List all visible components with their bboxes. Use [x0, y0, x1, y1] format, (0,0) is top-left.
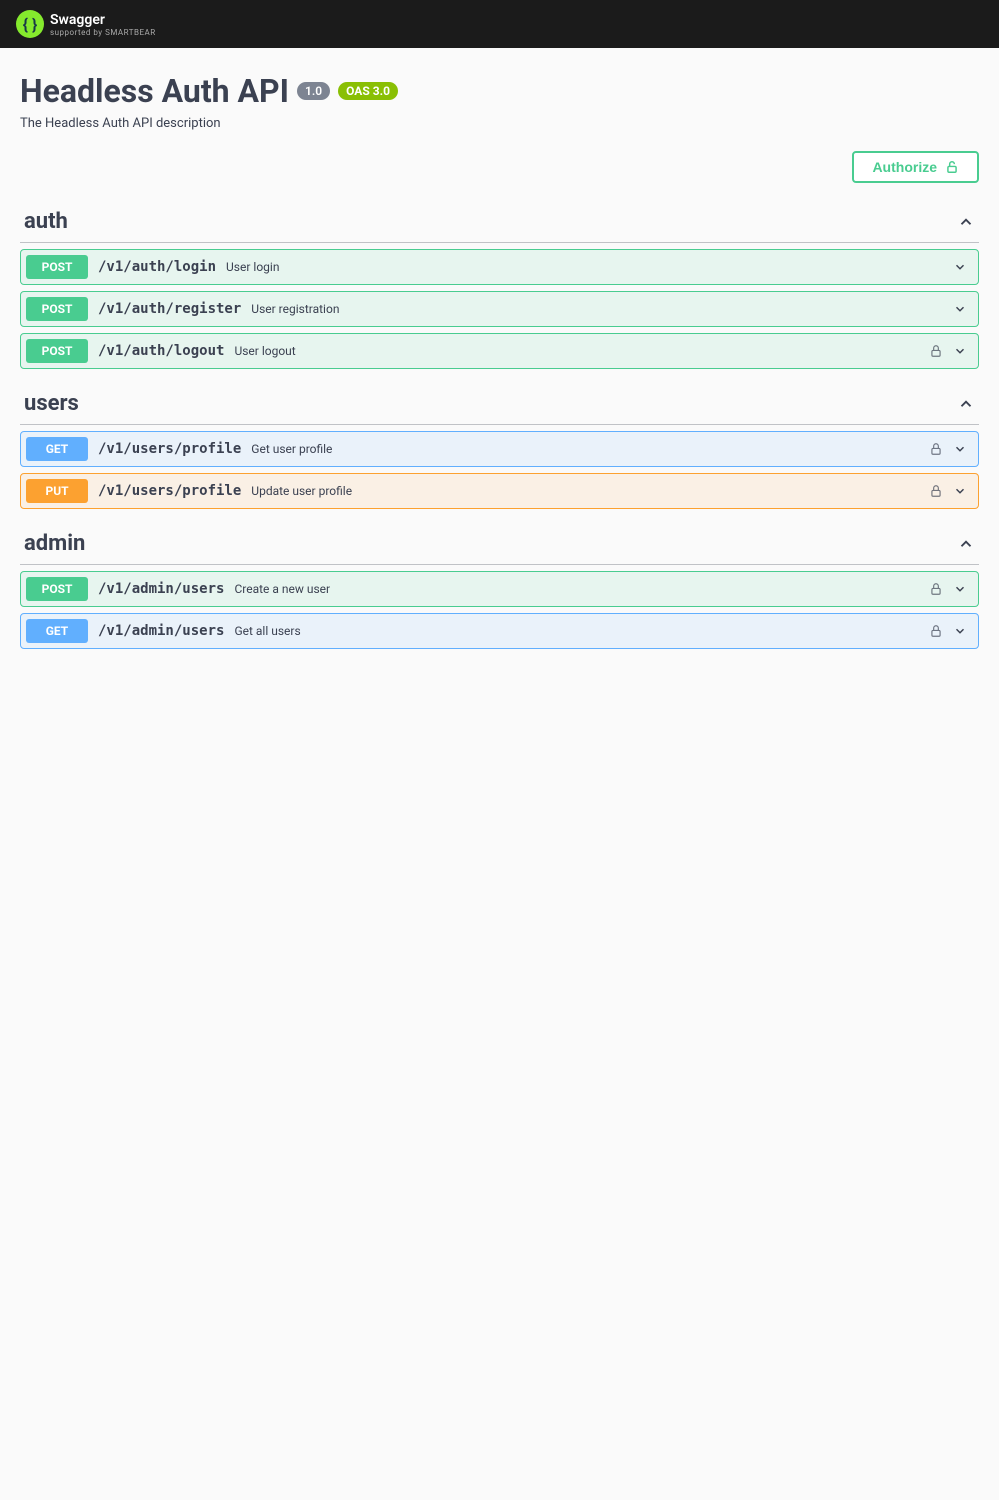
- method-badge-post: POST: [26, 577, 88, 601]
- endpoint-summary: Create a new user: [234, 582, 929, 596]
- authorize-button[interactable]: Authorize: [852, 151, 979, 183]
- method-badge-post: POST: [26, 255, 88, 279]
- api-version-badge: 1.0: [297, 82, 330, 100]
- lock-open-icon: [945, 160, 959, 174]
- endpoint-summary: User registration: [251, 302, 953, 316]
- chevron-down-icon: [953, 442, 967, 456]
- tag-name: users: [24, 391, 79, 416]
- topbar: { } Swagger supported by SMARTBEAR: [0, 0, 999, 48]
- chevron-down-icon: [953, 624, 967, 638]
- endpoint-path: /v1/users/profile: [98, 483, 241, 499]
- chevron-down-icon: [953, 260, 967, 274]
- endpoint-summary: Get all users: [234, 624, 929, 638]
- lock-icon: [929, 624, 943, 638]
- tag-header-admin[interactable]: admin: [20, 523, 979, 565]
- method-badge-post: POST: [26, 339, 88, 363]
- swagger-logo: { } Swagger supported by SMARTBEAR: [16, 10, 156, 38]
- chevron-down-icon: [953, 302, 967, 316]
- endpoint-row[interactable]: GET/v1/users/profile Get user profile: [20, 431, 979, 467]
- endpoint-path: /v1/admin/users: [98, 581, 224, 597]
- tag-header-users[interactable]: users: [20, 383, 979, 425]
- api-description: The Headless Auth API description: [20, 116, 979, 131]
- tag-name: admin: [24, 531, 85, 556]
- method-badge-get: GET: [26, 619, 88, 643]
- method-badge-put: PUT: [26, 479, 88, 503]
- endpoint-row[interactable]: POST/v1/auth/register User registration: [20, 291, 979, 327]
- swagger-logo-icon: { }: [16, 10, 44, 38]
- method-badge-get: GET: [26, 437, 88, 461]
- api-title: Headless Auth API: [20, 72, 289, 110]
- lock-icon: [929, 344, 943, 358]
- endpoint-row[interactable]: POST/v1/auth/logout User logout: [20, 333, 979, 369]
- endpoint-path: /v1/auth/login: [98, 259, 216, 275]
- chevron-down-icon: [953, 344, 967, 358]
- endpoint-summary: Get user profile: [251, 442, 929, 456]
- endpoint-summary: User logout: [234, 344, 929, 358]
- tag-section-admin: admin POST/v1/admin/users Create a new use…: [20, 523, 979, 649]
- tag-section-auth: authPOST/v1/auth/loginUser loginPOST/v1/…: [20, 201, 979, 369]
- lock-icon: [929, 484, 943, 498]
- authorize-label: Authorize: [872, 159, 937, 175]
- method-badge-post: POST: [26, 297, 88, 321]
- tag-header-auth[interactable]: auth: [20, 201, 979, 243]
- endpoint-row[interactable]: PUT/v1/users/profile Update user profile: [20, 473, 979, 509]
- chevron-up-icon: [957, 395, 975, 413]
- endpoint-path: /v1/admin/users: [98, 623, 224, 639]
- endpoint-row[interactable]: GET/v1/admin/users Get all users: [20, 613, 979, 649]
- lock-icon: [929, 582, 943, 596]
- brand-name: Swagger: [50, 12, 156, 28]
- endpoint-path: /v1/auth/logout: [98, 343, 224, 359]
- endpoint-row[interactable]: POST/v1/auth/login User login: [20, 249, 979, 285]
- endpoint-row[interactable]: POST/v1/admin/users Create a new user: [20, 571, 979, 607]
- endpoint-summary: User login: [226, 260, 953, 274]
- chevron-up-icon: [957, 535, 975, 553]
- chevron-down-icon: [953, 484, 967, 498]
- endpoint-path: /v1/auth/register: [98, 301, 241, 317]
- brand-supported: supported by SMARTBEAR: [50, 28, 156, 37]
- tag-name: auth: [24, 209, 68, 234]
- oas-badge: OAS 3.0: [338, 82, 398, 100]
- tag-section-users: users GET/v1/users/profile Get user profil…: [20, 383, 979, 509]
- endpoint-path: /v1/users/profile: [98, 441, 241, 457]
- chevron-up-icon: [957, 213, 975, 231]
- chevron-down-icon: [953, 582, 967, 596]
- api-info: Headless Auth API 1.0 OAS 3.0 The Headle…: [20, 72, 979, 131]
- endpoint-summary: Update user profile: [251, 484, 929, 498]
- lock-icon: [929, 442, 943, 456]
